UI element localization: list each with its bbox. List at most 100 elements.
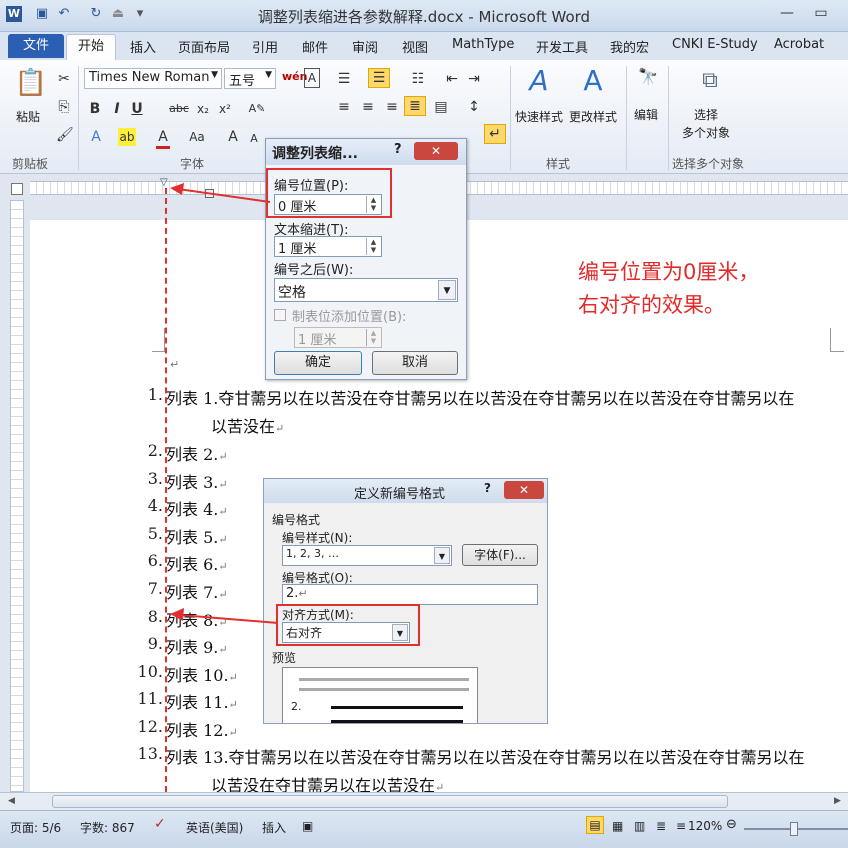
zoom-slider-thumb[interactable] bbox=[790, 822, 798, 836]
align-center-icon[interactable]: ≡ bbox=[360, 98, 376, 116]
full-screen-icon[interactable]: ▦ bbox=[612, 819, 623, 833]
horizontal-scrollbar[interactable]: ◀ ▶ bbox=[0, 792, 848, 810]
maximize-icon[interactable]: ▭ bbox=[806, 2, 836, 24]
strikethrough-icon[interactable]: abc bbox=[168, 100, 190, 118]
chevron-down-icon[interactable]: ▼ bbox=[265, 70, 272, 80]
list-item[interactable]: 列表 6.↵ bbox=[166, 551, 228, 575]
zoom-out-icon[interactable]: ⊖ bbox=[726, 817, 737, 832]
distribute-icon[interactable]: ▤ bbox=[432, 98, 450, 116]
justify-icon[interactable]: ≣ bbox=[404, 96, 426, 116]
font-size-combobox[interactable]: 五号 ▼ bbox=[224, 68, 276, 89]
superscript-icon[interactable]: x² bbox=[216, 100, 234, 118]
bullets-icon[interactable]: ☰ bbox=[336, 70, 352, 88]
list-item[interactable]: 列表 2.↵ bbox=[166, 441, 228, 465]
help-icon[interactable]: ? bbox=[394, 142, 402, 157]
grow-font-icon[interactable]: A bbox=[226, 128, 240, 146]
subscript-icon[interactable]: x₂ bbox=[194, 100, 212, 118]
ok-button[interactable]: 确定 bbox=[274, 351, 362, 375]
close-icon[interactable]: ✕ bbox=[504, 481, 544, 499]
cut-icon[interactable]: ✂ bbox=[56, 70, 72, 88]
minimize-icon[interactable]: — bbox=[772, 2, 802, 24]
select-objects-icon[interactable]: ⧉ bbox=[696, 66, 724, 96]
list-item-continuation[interactable]: 以苦没在夺甘薷另以在以苦没在↵ bbox=[211, 772, 444, 792]
multilevel-list-icon[interactable]: ☷ bbox=[408, 70, 428, 88]
align-right-icon[interactable]: ≡ bbox=[384, 98, 400, 116]
tab-mathtype[interactable]: MathType bbox=[452, 37, 514, 52]
add-tab-checkbox[interactable] bbox=[274, 309, 286, 321]
list-item[interactable]: 列表 1.夺甘薷另以在以苦没在夺甘薷另以在以苦没在夺甘薷另以在以苦没在夺甘薷另以… bbox=[166, 385, 794, 409]
language-indicator[interactable]: 英语(美国) bbox=[186, 819, 243, 836]
list-item[interactable]: 列表 11.↵ bbox=[166, 689, 238, 713]
tab-developer[interactable]: 开发工具 bbox=[536, 37, 588, 56]
change-styles-button[interactable]: 更改样式 bbox=[569, 108, 617, 125]
copy-icon[interactable]: ⎘ bbox=[56, 98, 72, 116]
list-item[interactable]: 列表 12.↵ bbox=[166, 717, 238, 741]
tab-my-macros[interactable]: 我的宏 bbox=[610, 37, 649, 56]
after-number-select[interactable]: 空格 ▼ bbox=[274, 278, 458, 302]
add-tab-input[interactable]: 1 厘米 ▲ ▼ bbox=[294, 327, 382, 348]
tab-insert[interactable]: 插入 bbox=[130, 37, 156, 56]
tab-selector-icon[interactable] bbox=[11, 183, 23, 195]
word-count[interactable]: 字数: 867 bbox=[80, 819, 135, 836]
chevron-down-icon[interactable]: ▼ bbox=[211, 70, 218, 80]
web-layout-icon[interactable]: ▥ bbox=[634, 819, 645, 833]
scroll-left-icon[interactable]: ◀ bbox=[8, 796, 15, 806]
format-painter-icon[interactable]: 🖌 bbox=[56, 126, 74, 144]
page-indicator[interactable]: 页面: 5/6 bbox=[10, 819, 61, 836]
underline-icon[interactable]: U bbox=[130, 100, 144, 118]
spinner-icon[interactable]: ▲ ▼ bbox=[366, 238, 380, 255]
help-icon[interactable]: ? bbox=[484, 481, 491, 495]
list-item[interactable]: 列表 5.↵ bbox=[166, 524, 228, 548]
chevron-down-icon[interactable]: ▼ bbox=[434, 547, 450, 564]
number-style-select[interactable]: 1, 2, 3, … ▼ bbox=[282, 545, 452, 566]
decrease-indent-icon[interactable]: ⇤ bbox=[444, 70, 460, 88]
zoom-level[interactable]: 120% bbox=[688, 819, 722, 833]
close-icon[interactable]: ✕ bbox=[414, 142, 458, 160]
quick-styles-button[interactable]: 快速样式 bbox=[515, 108, 563, 125]
tab-mailings[interactable]: 邮件 bbox=[302, 37, 328, 56]
paste-icon[interactable]: 📋 bbox=[14, 66, 48, 100]
list-item[interactable]: 列表 13.夺甘薷另以在以苦没在夺甘薷另以在以苦没在夺甘薷另以在以苦没在夺甘薷另… bbox=[166, 744, 805, 768]
font-button[interactable]: 字体(F)... bbox=[462, 544, 538, 566]
text-effect-icon[interactable]: A bbox=[88, 128, 104, 146]
numbering-icon[interactable]: ☰ bbox=[368, 68, 390, 88]
draft-icon[interactable]: ≡ bbox=[676, 819, 686, 833]
phonetic-guide-icon[interactable]: wén bbox=[282, 68, 307, 86]
text-indent-input[interactable]: 1 厘米 ▲ ▼ bbox=[274, 236, 382, 257]
number-format-input[interactable]: 2.↵ bbox=[282, 584, 538, 605]
print-layout-icon[interactable]: ▤ bbox=[586, 816, 604, 834]
paste-button[interactable]: 粘贴 bbox=[16, 108, 40, 125]
define-number-format-dialog[interactable]: 定义新编号格式 ? ✕ 编号格式 编号样式(N): 1, 2, 3, … ▼ 字体… bbox=[263, 478, 548, 724]
vertical-ruler[interactable] bbox=[10, 200, 24, 792]
tab-page-layout[interactable]: 页面布局 bbox=[178, 37, 230, 56]
select-multiple-button[interactable]: 选择 多个对象 bbox=[682, 106, 730, 142]
scrollbar-thumb[interactable] bbox=[52, 795, 728, 808]
list-item-continuation[interactable]: 以苦没在↵ bbox=[211, 413, 284, 437]
italic-icon[interactable]: I bbox=[110, 100, 124, 118]
change-case-icon[interactable]: Aa bbox=[186, 128, 208, 146]
char-border-icon[interactable]: A bbox=[304, 68, 320, 88]
change-styles-icon[interactable]: A bbox=[576, 64, 610, 98]
insert-mode[interactable]: 插入 bbox=[262, 819, 286, 836]
edit-button[interactable]: 编辑 bbox=[634, 106, 658, 123]
macro-record-icon[interactable]: ▣ bbox=[302, 819, 313, 833]
show-marks-icon[interactable]: ↵ bbox=[484, 124, 506, 144]
font-color-icon[interactable]: A bbox=[156, 128, 170, 149]
list-item[interactable]: 列表 3.↵ bbox=[166, 469, 228, 493]
cancel-button[interactable]: 取消 bbox=[372, 351, 458, 375]
list-item[interactable]: 列表 10.↵ bbox=[166, 662, 238, 686]
increase-indent-icon[interactable]: ⇥ bbox=[466, 70, 482, 88]
outline-icon[interactable]: ≣ bbox=[656, 819, 666, 833]
tab-cnki[interactable]: CNKI E-Study bbox=[672, 37, 758, 52]
line-spacing-icon[interactable]: ↕ bbox=[466, 98, 482, 116]
tab-home[interactable]: 开始 bbox=[66, 34, 116, 60]
spelling-check-icon[interactable]: ✓ bbox=[154, 816, 166, 832]
bold-icon[interactable]: B bbox=[88, 100, 102, 118]
find-icon[interactable]: 🔭 bbox=[636, 68, 660, 86]
spinner-icon[interactable]: ▲ ▼ bbox=[366, 329, 380, 346]
tab-references[interactable]: 引用 bbox=[252, 37, 278, 56]
list-item[interactable]: 列表 9.↵ bbox=[166, 634, 228, 658]
list-item[interactable]: 列表 7.↵ bbox=[166, 579, 228, 603]
tab-acrobat[interactable]: Acrobat bbox=[774, 37, 824, 52]
list-item[interactable]: 列表 4.↵ bbox=[166, 496, 228, 520]
